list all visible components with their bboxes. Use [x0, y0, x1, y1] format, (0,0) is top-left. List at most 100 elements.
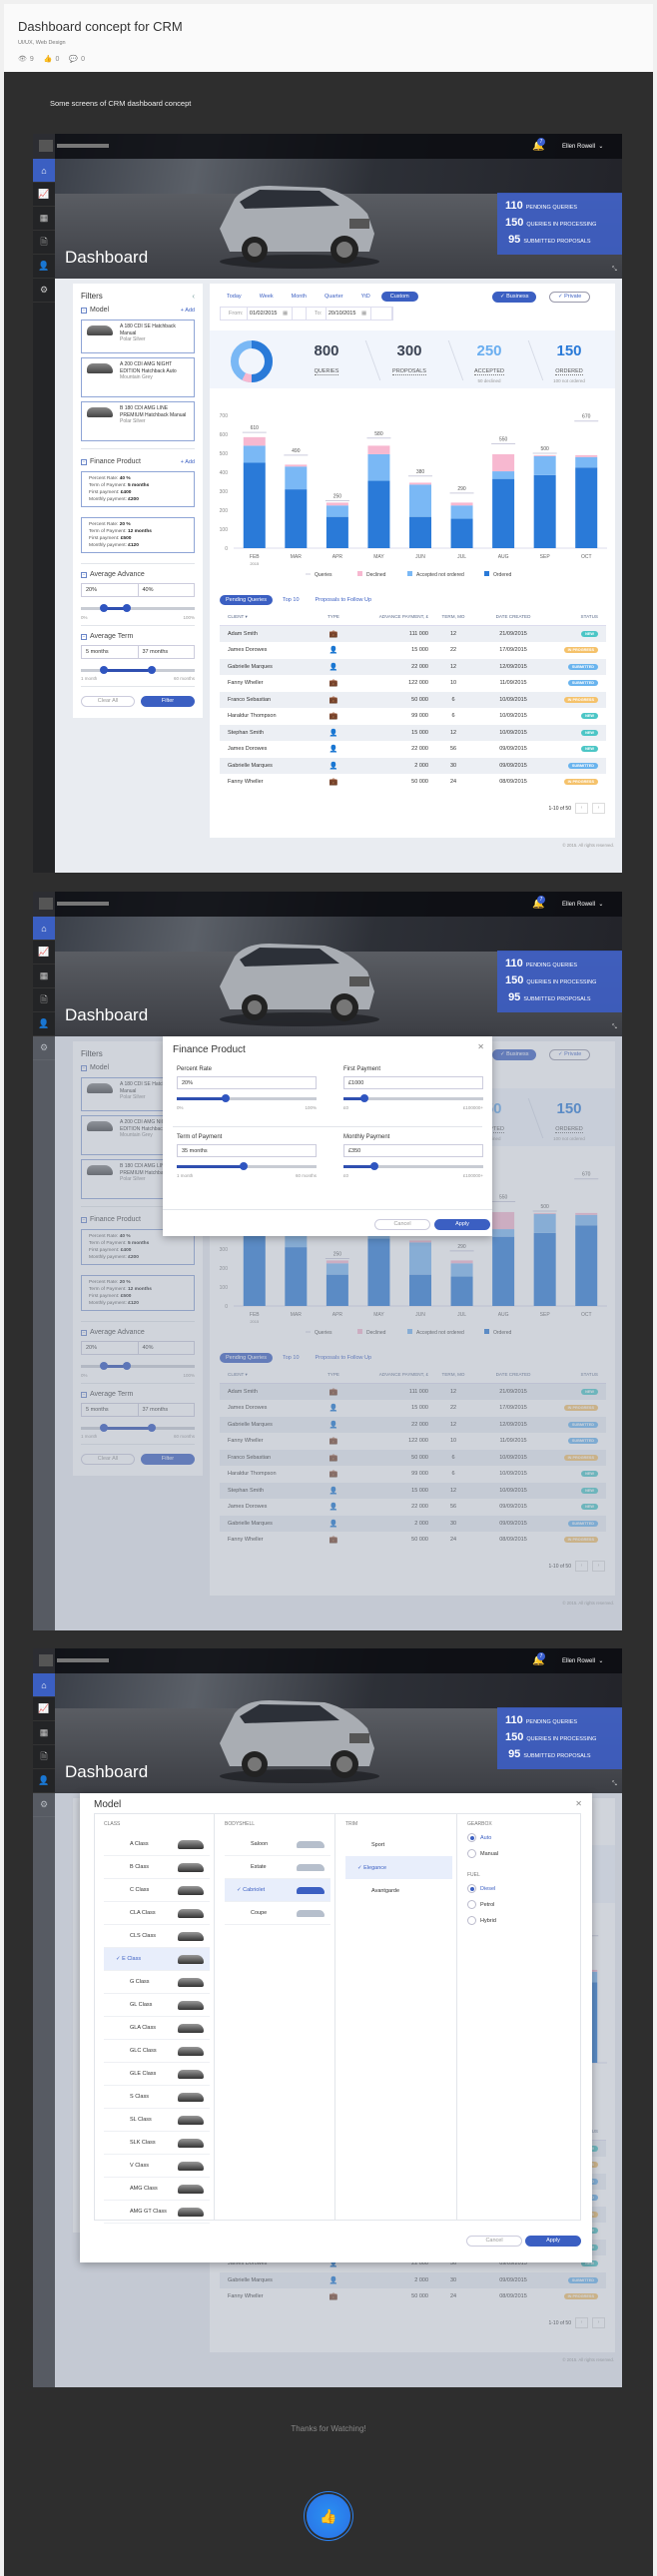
class-option[interactable]: A Class: [104, 1833, 210, 1856]
class-option[interactable]: AMG Class: [104, 2178, 210, 2201]
fuel-radio[interactable]: Diesel: [467, 1884, 581, 1893]
user-menu[interactable]: Ellen Rowell ⌄: [562, 1657, 603, 1664]
model-card[interactable]: B 180 CDI AMG LINE PREMIUM Hatchback Man…: [81, 401, 195, 441]
bar-declined[interactable]: [326, 502, 348, 506]
class-option[interactable]: B Class: [104, 1856, 210, 1879]
value-input[interactable]: 35 months: [177, 1144, 317, 1157]
bar-ordered[interactable]: [285, 489, 308, 548]
model-card[interactable]: A 200 CDI AMG NIGHT EDITION Hatchback Au…: [81, 357, 195, 397]
funnel-step-queries[interactable]: 800QUERIES: [292, 342, 361, 378]
nav-documents[interactable]: 🗎: [33, 231, 55, 255]
model-section-toggle[interactable]: −Model: [81, 307, 109, 314]
bar-declined[interactable]: [243, 436, 266, 446]
bar-ordered[interactable]: [575, 467, 598, 548]
likes-stat[interactable]: 👍 0: [44, 55, 60, 64]
bar-accepted-not-ordered[interactable]: [492, 471, 515, 479]
period-month[interactable]: Month: [285, 292, 314, 302]
period-week[interactable]: Week: [253, 292, 281, 302]
fuel-radio[interactable]: Petrol: [467, 1900, 581, 1909]
class-option[interactable]: G Class: [104, 1971, 210, 1994]
apply-button[interactable]: Apply: [434, 1219, 490, 1230]
table-row[interactable]: Fanny Wheller 💼 122 000 10 11/09/2015 SUBMITT…: [220, 675, 606, 692]
logo[interactable]: [39, 140, 109, 152]
table-row[interactable]: Stephan Smith 👤 15 000 12 10/09/2015 NEW: [220, 724, 606, 741]
gearbox-radio[interactable]: Auto: [467, 1833, 581, 1842]
apply-button[interactable]: Apply: [525, 2236, 581, 2247]
column-header[interactable]: CLIENT ▾: [220, 614, 315, 620]
bar-declined[interactable]: [450, 502, 473, 506]
funnel-step-ordered[interactable]: 150ORDERED100 not ordered: [534, 342, 604, 383]
nav-clients[interactable]: 👤: [33, 1012, 55, 1036]
class-option[interactable]: SL Class: [104, 2109, 210, 2132]
class-option[interactable]: GLA Class: [104, 2017, 210, 2040]
cancel-button[interactable]: Cancel: [374, 1219, 430, 1230]
bodyshell-option[interactable]: ✓ Cabriolet: [225, 1879, 330, 1902]
bar-ordered[interactable]: [533, 474, 556, 548]
bodyshell-option[interactable]: Saloon: [225, 1833, 330, 1856]
nav-calendar[interactable]: ▦: [33, 207, 55, 231]
cancel-button[interactable]: Cancel: [466, 2236, 522, 2247]
bar-declined[interactable]: [285, 464, 308, 467]
logo[interactable]: [39, 898, 109, 910]
funnel-step-proposals[interactable]: 300PROPOSALS: [374, 342, 444, 378]
value-slider[interactable]: [177, 1162, 317, 1170]
term-section-toggle[interactable]: −Average Term: [81, 633, 133, 640]
notifications-bell-icon[interactable]: 🔔 7: [532, 1652, 545, 1666]
nav-home[interactable]: ⌂: [33, 917, 55, 941]
notifications-bell-icon[interactable]: 🔔 7: [532, 138, 545, 152]
post-categories[interactable]: UI/UX, Web Design: [18, 40, 66, 46]
class-option[interactable]: C Class: [104, 1879, 210, 1902]
finance-section-toggle[interactable]: −Finance Product: [81, 458, 141, 465]
user-menu[interactable]: Ellen Rowell ⌄: [562, 143, 603, 150]
nav-calendar[interactable]: ▦: [33, 1721, 55, 1745]
trim-option[interactable]: Sport: [345, 1833, 452, 1856]
bar-ordered[interactable]: [243, 462, 266, 549]
nav-clients[interactable]: 👤: [33, 1769, 55, 1793]
table-row[interactable]: Franco Sebastian 💼 50 000 6 10/09/2015 IN PRO…: [220, 691, 606, 708]
value-slider[interactable]: [177, 1094, 317, 1102]
add-model-link[interactable]: + Add: [181, 308, 195, 314]
finance-card[interactable]: Percent Rate: 20 % Term of Payment: 12 m…: [81, 517, 195, 553]
class-option[interactable]: GL Class: [104, 1994, 210, 2017]
nav-analytics[interactable]: 📈: [33, 941, 55, 965]
legend-item[interactable]: Ordered: [493, 572, 512, 578]
bar-ordered[interactable]: [326, 516, 348, 548]
to-date-input[interactable]: To: 20/10/2015 ▦: [307, 308, 392, 320]
bar-accepted-not-ordered[interactable]: [285, 466, 308, 490]
bar-accepted-not-ordered[interactable]: [243, 445, 266, 463]
advance-slider[interactable]: [81, 604, 195, 612]
business-toggle[interactable]: ✓ Business: [492, 292, 537, 303]
nav-analytics[interactable]: 📈: [33, 183, 55, 207]
table-row[interactable]: Adam Smith 💼 111 000 12 21/09/2015 NEW: [220, 625, 606, 642]
tab-proposals-to-follow-up[interactable]: Proposals to Follow Up: [310, 595, 378, 605]
bodyshell-option[interactable]: Estate: [225, 1856, 330, 1879]
bodyshell-option[interactable]: Coupe: [225, 1902, 330, 1925]
nav-settings[interactable]: ⚙: [33, 279, 55, 303]
legend-item[interactable]: Queries: [315, 572, 332, 578]
funnel-step-accepted[interactable]: 250ACCEPTED50 declined: [454, 342, 524, 383]
term-slider[interactable]: [81, 666, 195, 674]
class-option[interactable]: GLE Class: [104, 2063, 210, 2086]
class-option[interactable]: S Class: [104, 2086, 210, 2109]
value-input[interactable]: £350: [343, 1144, 483, 1157]
class-option[interactable]: ✓ E Class: [104, 1948, 210, 1971]
next-page-button[interactable]: ›: [592, 803, 605, 814]
collapse-filters-icon[interactable]: ‹: [192, 292, 195, 301]
tab-pending-queries[interactable]: Pending Queries: [220, 595, 273, 605]
from-date-input[interactable]: From: 01/02/2015 ▦: [221, 308, 307, 320]
prev-page-button[interactable]: ‹: [575, 803, 588, 814]
nav-analytics[interactable]: 📈: [33, 1697, 55, 1721]
collapse-icon[interactable]: ⤡: [612, 1781, 617, 1788]
bar-declined[interactable]: [409, 482, 431, 485]
period-ytd[interactable]: YtD: [354, 292, 377, 302]
bar-accepted-not-ordered[interactable]: [326, 505, 348, 517]
legend-item[interactable]: Declined: [366, 572, 386, 578]
advance-section-toggle[interactable]: −Average Advance: [81, 571, 145, 578]
table-row[interactable]: Gabrielle Marques 👤 22 000 12 12/09/2015 SUBM…: [220, 658, 606, 675]
bar-ordered[interactable]: [492, 478, 515, 548]
bar-ordered[interactable]: [367, 480, 390, 548]
notifications-bell-icon[interactable]: 🔔 7: [532, 896, 545, 910]
class-option[interactable]: SLK Class: [104, 2132, 210, 2155]
gearbox-radio[interactable]: Manual: [467, 1849, 581, 1858]
table-row[interactable]: Haraldur Thompson 💼 99 000 6 10/09/2015 NEW: [220, 708, 606, 725]
